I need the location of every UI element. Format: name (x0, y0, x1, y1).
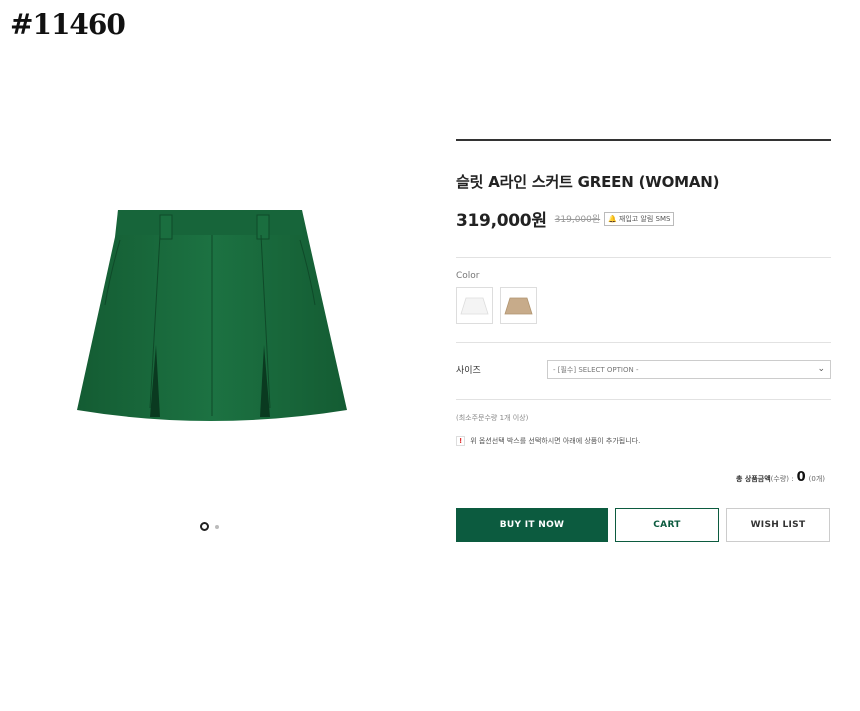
beige-skirt-thumb-icon (504, 297, 533, 314)
size-select-value: - [필수] SELECT OPTION - (553, 365, 639, 374)
size-row: 사이즈 - [필수] SELECT OPTION - ⌄ (456, 360, 831, 379)
product-id: #11460 (10, 8, 126, 41)
notice-text: 위 옵션선택 박스를 선택하시면 아래에 상품이 추가됩니다. (470, 437, 641, 445)
divider (456, 139, 831, 141)
restock-alert-button[interactable]: 🔔 재입고 알림 SMS (604, 211, 675, 226)
cart-button[interactable]: CART (615, 508, 719, 542)
divider (456, 257, 831, 258)
total-count: (0개) (808, 475, 825, 483)
color-label: Color (456, 271, 480, 281)
color-swatch-beige[interactable] (500, 287, 537, 324)
gallery-dot-active[interactable] (200, 522, 209, 531)
original-price: 319,000원 (554, 215, 601, 225)
white-skirt-thumb-icon (460, 297, 489, 314)
divider (456, 399, 831, 400)
wish-list-button[interactable]: WISH LIST (726, 508, 830, 542)
option-notice: ! 위 옵션선택 박스를 선택하시면 아래에 상품이 추가됩니다. (456, 436, 831, 446)
action-buttons: BUY IT NOW CART WISH LIST (456, 508, 831, 542)
bell-icon: 🔔 (608, 214, 617, 223)
restock-label: 재입고 알림 SMS (618, 214, 671, 223)
size-label: 사이즈 (456, 366, 481, 376)
total-amount: 0 (796, 470, 806, 485)
buy-now-button[interactable]: BUY IT NOW (456, 508, 608, 542)
gallery-dot[interactable] (215, 524, 219, 529)
divider (456, 342, 831, 343)
total-sub-label: (수량) : (770, 475, 794, 483)
total-price: 총 상품금액 (수량) : 0 (0개) (456, 470, 831, 485)
size-select[interactable]: - [필수] SELECT OPTION - ⌄ (547, 360, 831, 379)
product-info: 슬릿 A라인 스커트 GREEN (WOMAN) 319,000원 319,00… (456, 139, 831, 542)
total-label: 총 상품금액 (736, 475, 771, 483)
price-row: 319,000원 319,000원 🔔 재입고 알림 SMS (456, 206, 831, 231)
alert-icon: ! (456, 436, 466, 446)
gallery-pagination[interactable] (200, 522, 219, 531)
chevron-down-icon: ⌄ (817, 364, 825, 374)
price: 319,000원 (456, 211, 547, 231)
product-title: 슬릿 A라인 스커트 GREEN (WOMAN) (456, 173, 720, 191)
min-order-quantity: (최소주문수량 1개 이상) (456, 414, 529, 422)
product-image (60, 195, 360, 445)
color-swatches (456, 287, 831, 324)
green-skirt-image (77, 210, 347, 421)
color-swatch-white[interactable] (456, 287, 493, 324)
